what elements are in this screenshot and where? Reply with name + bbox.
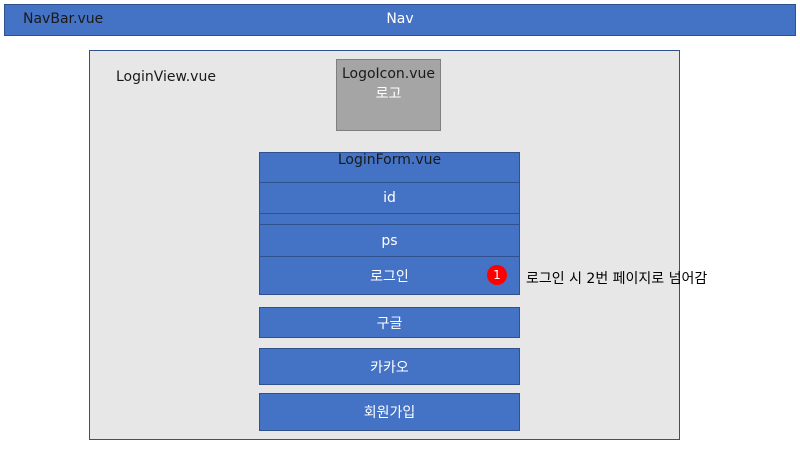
logo-icon-name: 로고 [375, 86, 402, 102]
annotation-note: 로그인 시 2번 페이지로 넘어감 [526, 271, 708, 287]
google-login-label: 구글 [376, 315, 403, 332]
signup-label: 회원가입 [363, 405, 416, 421]
password-field-label: ps [381, 232, 398, 249]
id-field[interactable]: id [259, 182, 520, 214]
password-field[interactable]: ps [259, 224, 520, 257]
login-button[interactable]: 로그인 [259, 256, 520, 295]
signup-button[interactable]: 회원가입 [259, 393, 520, 431]
login-view-file-label: LoginView.vue [116, 69, 216, 85]
logo-icon-component: LogoIcon.vue 로고 [336, 59, 441, 131]
kakao-login-label: 카카오 [370, 359, 409, 376]
annotation-badge: 1 [487, 265, 507, 285]
id-field-label: id [383, 190, 396, 206]
navbar-title: Nav [386, 11, 414, 27]
google-login-button[interactable]: 구글 [259, 307, 520, 338]
login-button-label: 로그인 [370, 268, 409, 285]
logo-icon-file-label: LogoIcon.vue [341, 66, 436, 82]
navbar-component: NavBar.vue Nav [4, 4, 796, 36]
kakao-login-button[interactable]: 카카오 [259, 348, 520, 385]
login-form-file-label: LoginForm.vue [337, 152, 442, 168]
